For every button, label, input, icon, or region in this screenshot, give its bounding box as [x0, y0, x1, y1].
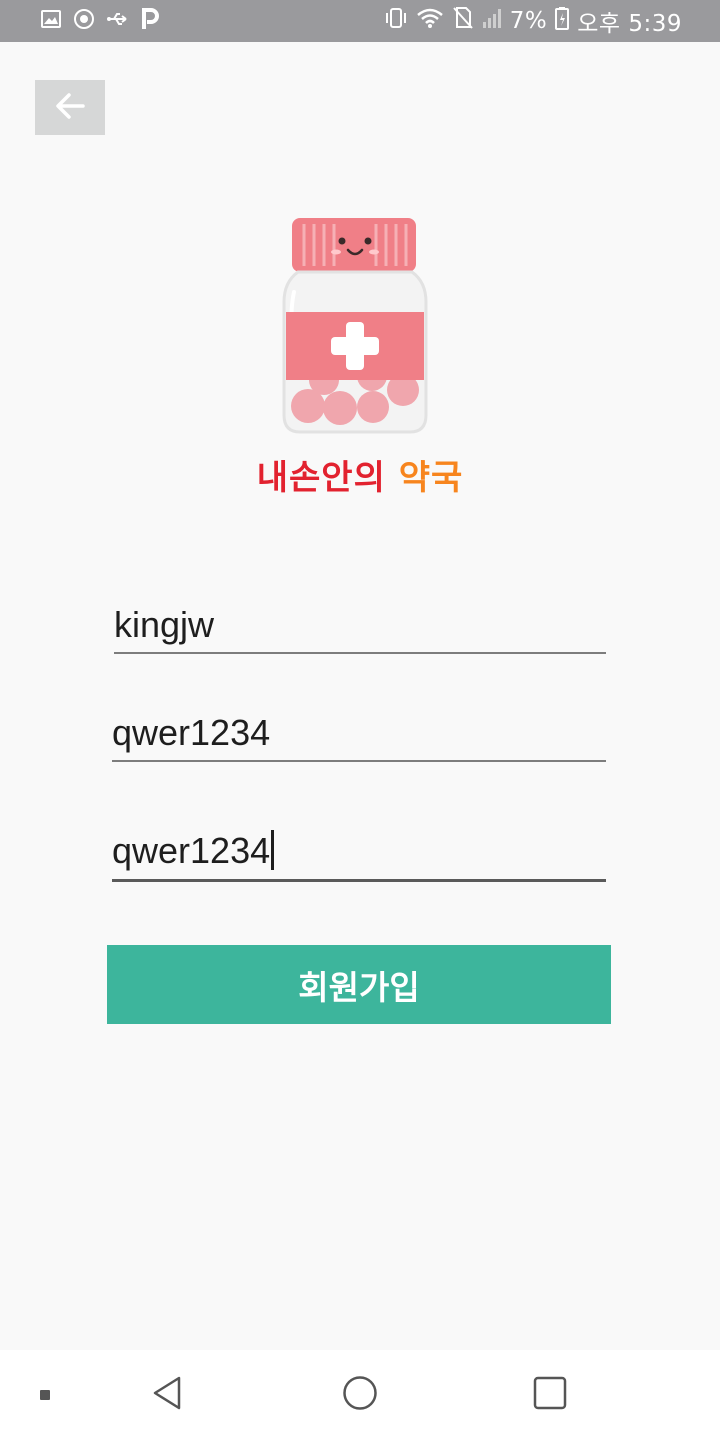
arrow-left-icon — [54, 91, 86, 125]
navigation-bar — [0, 1350, 720, 1440]
username-field[interactable]: kingjw — [114, 598, 606, 654]
usb-icon — [106, 8, 130, 34]
gallery-icon — [40, 8, 62, 34]
battery-percent: 7% — [509, 8, 548, 34]
nav-home-button[interactable] — [330, 1350, 390, 1440]
password-confirm-underline — [112, 879, 606, 882]
status-bar: 7% 오후 5:39 — [0, 0, 720, 42]
status-left-icons — [40, 8, 160, 34]
username-underline — [114, 652, 606, 654]
password-confirm-field[interactable]: qwer1234 — [112, 822, 606, 882]
nav-recents-button[interactable] — [520, 1350, 580, 1440]
signal-icon — [482, 7, 502, 35]
app-title-part1: 내손안의 — [256, 458, 386, 498]
sync-icon — [72, 7, 96, 35]
signup-screen: 7% 오후 5:39 내손안의 약국 kingjw qwer1234 qwer1… — [0, 0, 720, 1440]
status-right-icons: 7% 오후 5:39 — [384, 6, 682, 37]
battery-icon — [555, 6, 570, 36]
password-field[interactable]: qwer1234 — [112, 706, 606, 762]
app-title: 내손안의 약국 — [0, 450, 720, 499]
wifi-icon — [416, 7, 444, 35]
home-circle-icon — [342, 1375, 378, 1415]
password-underline — [112, 760, 606, 762]
back-button[interactable] — [35, 80, 105, 135]
username-value: kingjw — [114, 604, 215, 645]
vibrate-icon — [384, 7, 408, 35]
no-sim-icon — [452, 6, 474, 36]
password-value: qwer1234 — [112, 712, 271, 753]
dot-icon — [39, 1386, 51, 1405]
pill-bottle-logo — [280, 210, 430, 440]
nav-dot-button[interactable] — [30, 1350, 60, 1440]
nav-back-button[interactable] — [138, 1350, 198, 1440]
signup-button[interactable]: 회원가입 — [107, 945, 611, 1024]
status-time: 오후 5:39 — [577, 11, 682, 37]
back-triangle-icon — [151, 1375, 185, 1415]
text-caret — [271, 830, 275, 870]
password-confirm-value: qwer1234 — [112, 830, 271, 871]
password-confirm-value-wrap: qwer1234 — [112, 830, 275, 872]
parking-app-icon — [140, 7, 160, 35]
app-title-part2: 약국 — [398, 458, 464, 498]
recents-square-icon — [532, 1375, 568, 1415]
